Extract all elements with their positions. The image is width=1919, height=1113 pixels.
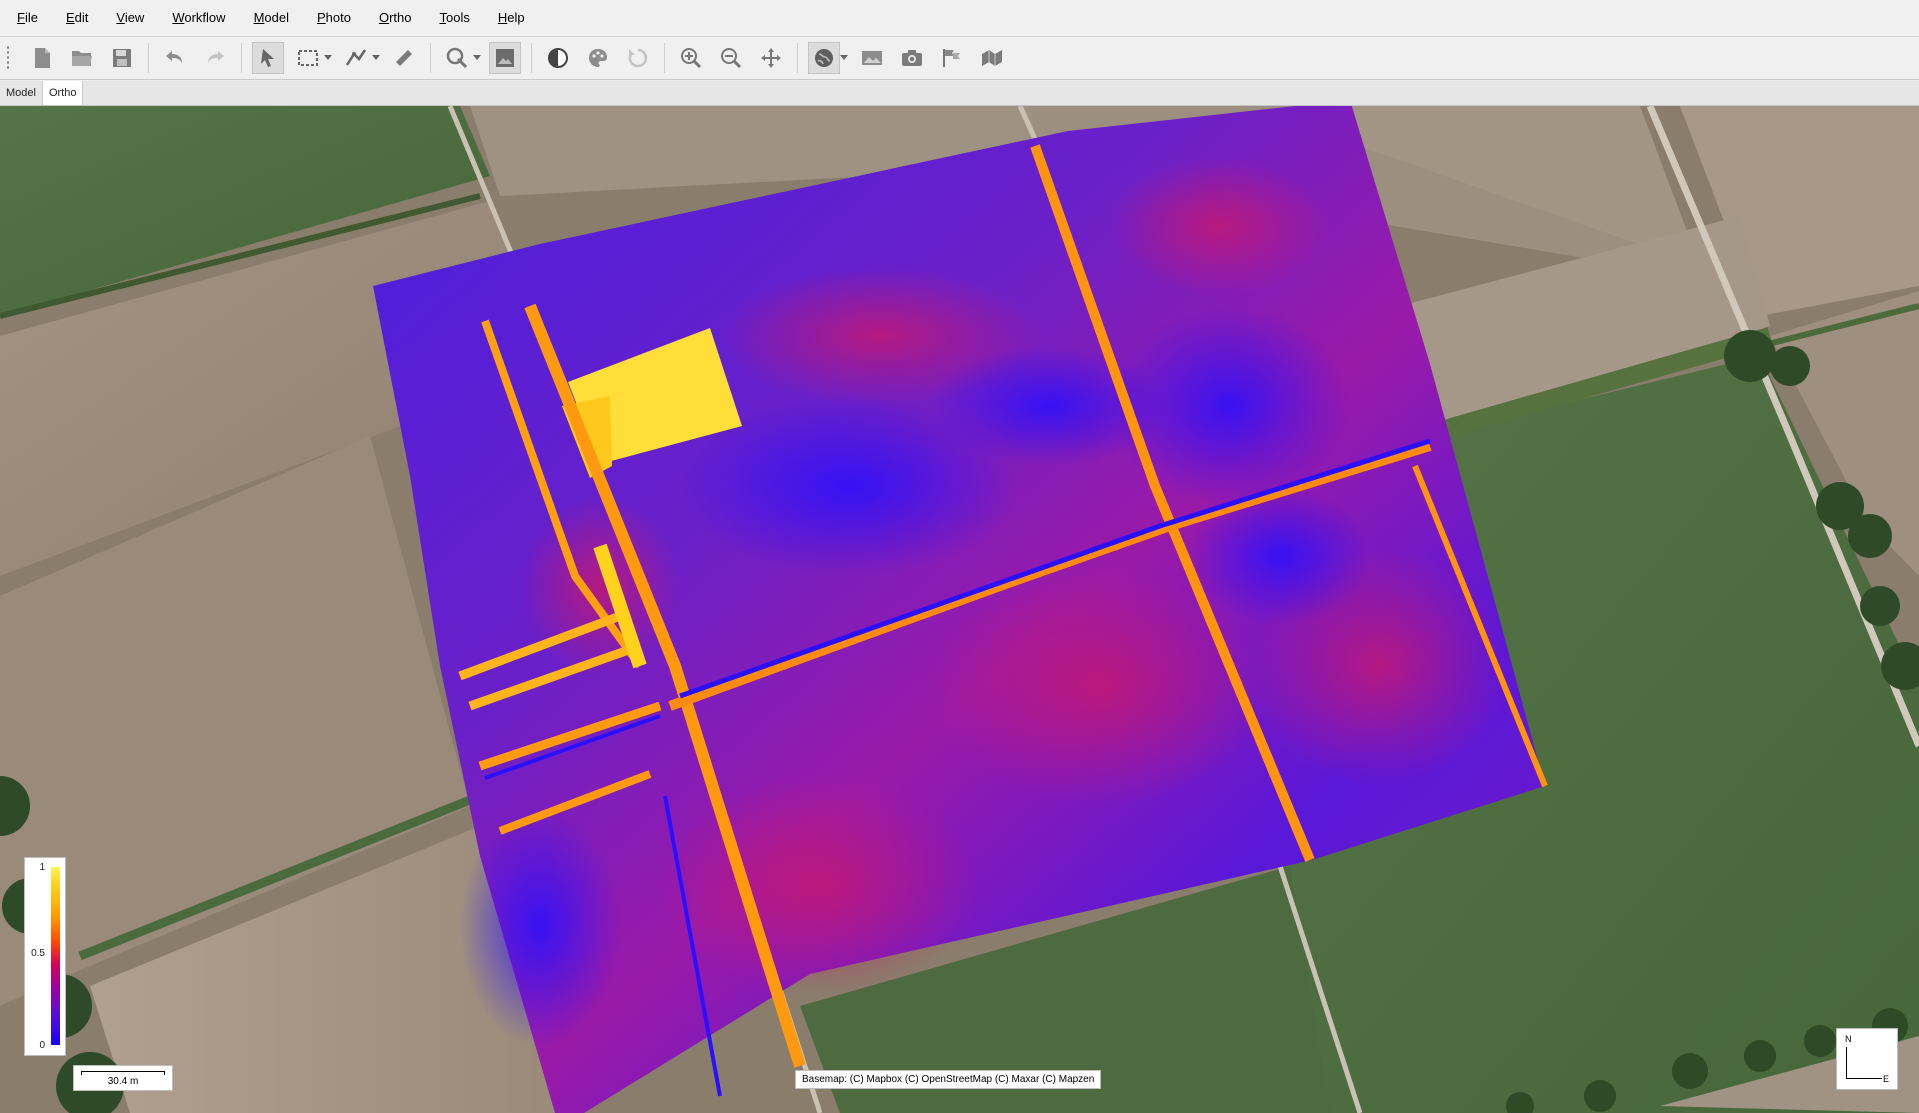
compass-east-label: E [1883, 1074, 1890, 1084]
contrast-icon[interactable] [542, 42, 574, 74]
menu-view[interactable]: View [100, 0, 156, 36]
menu-bar: File Edit View Workflow Model Photo Orth… [0, 0, 1919, 37]
legend-gradient-bar [51, 867, 60, 1045]
toolbar-separator [241, 43, 242, 73]
menu-ortho[interactable]: Ortho [363, 0, 424, 36]
undo-icon[interactable] [159, 42, 191, 74]
draw-shape-icon[interactable] [441, 42, 473, 74]
menu-edit[interactable]: Edit [50, 0, 100, 36]
reset-view-icon[interactable] [622, 42, 654, 74]
tab-ortho[interactable]: Ortho [42, 81, 84, 105]
ruler-icon[interactable] [388, 42, 420, 74]
basemap-satellite-image [0, 106, 1919, 1113]
menu-photo[interactable]: Photo [301, 0, 363, 36]
toolbar-separator [531, 43, 532, 73]
compass-east-axis [1846, 1078, 1882, 1079]
compass-icon: N E [1836, 1028, 1898, 1090]
palette-icon[interactable] [582, 42, 614, 74]
select-arrow-icon[interactable] [252, 42, 284, 74]
compass-north-axis [1846, 1047, 1847, 1079]
compass-north-label: N [1845, 1034, 1852, 1044]
move-icon[interactable] [755, 42, 787, 74]
legend-min-label: 0 [39, 1040, 45, 1051]
scale-bar-line [81, 1071, 165, 1075]
zoom-in-icon[interactable] [675, 42, 707, 74]
toolbar-separator [797, 43, 798, 73]
view-tabs: Model Ortho [0, 81, 1919, 106]
chevron-down-icon[interactable] [840, 55, 848, 61]
orthophoto-icon[interactable] [489, 42, 521, 74]
menu-file[interactable]: File [0, 0, 50, 36]
marker-flags-icon[interactable] [936, 42, 968, 74]
toolbar-separator [430, 43, 431, 73]
toolbar [0, 37, 1919, 80]
toolbar-separator [148, 43, 149, 73]
chevron-down-icon[interactable] [324, 55, 332, 61]
colormap-legend: 1 0.5 0 [24, 857, 66, 1056]
rectangle-selection-icon[interactable] [292, 42, 324, 74]
basemap-credits: Basemap: (C) Mapbox (C) OpenStreetMap (C… [795, 1070, 1102, 1089]
shapes-icon[interactable] [976, 42, 1008, 74]
menu-tools[interactable]: Tools [424, 0, 482, 36]
ortho-viewport[interactable]: 1 0.5 0 30.4 m Basemap: (C) Mapbox (C) O… [0, 106, 1919, 1113]
redo-icon[interactable] [199, 42, 231, 74]
scale-bar-label: 30.4 m [107, 1076, 139, 1087]
toolbar-separator [664, 43, 665, 73]
scale-bar: 30.4 m [73, 1065, 173, 1091]
legend-max-label: 1 [39, 862, 45, 873]
menu-workflow[interactable]: Workflow [156, 0, 237, 36]
open-folder-icon[interactable] [66, 42, 98, 74]
image-icon[interactable] [856, 42, 888, 74]
menu-help[interactable]: Help [482, 0, 537, 36]
menu-model[interactable]: Model [238, 0, 301, 36]
chevron-down-icon[interactable] [372, 55, 380, 61]
camera-icon[interactable] [896, 42, 928, 74]
chevron-down-icon[interactable] [473, 55, 481, 61]
basemap-globe-icon[interactable] [808, 42, 840, 74]
new-document-icon[interactable] [26, 42, 58, 74]
save-icon[interactable] [106, 42, 138, 74]
polyline-icon[interactable] [340, 42, 372, 74]
tab-model[interactable]: Model [0, 81, 43, 105]
legend-mid-label: 0.5 [31, 948, 45, 959]
zoom-out-icon[interactable] [715, 42, 747, 74]
toolbar-grip[interactable] [6, 45, 10, 71]
